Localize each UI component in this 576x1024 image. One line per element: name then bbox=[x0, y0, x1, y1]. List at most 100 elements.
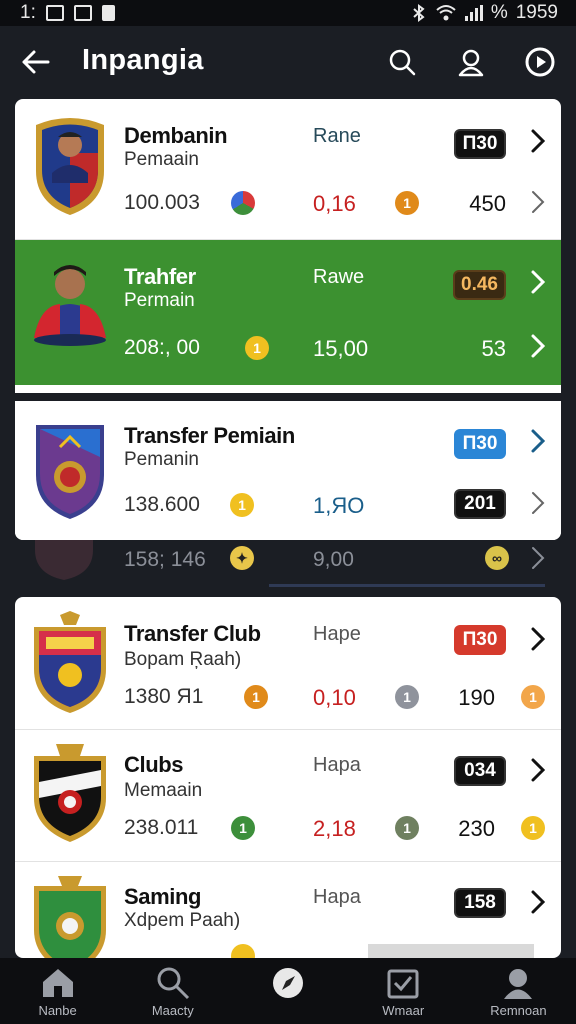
search-button[interactable] bbox=[384, 44, 420, 80]
item-label: Rane bbox=[313, 125, 361, 147]
item-rate: 2,18 bbox=[313, 816, 356, 841]
play-button[interactable] bbox=[522, 44, 558, 80]
status-time-right: 1959 bbox=[515, 2, 558, 23]
file-notification-icon bbox=[101, 5, 115, 21]
compass-icon bbox=[273, 968, 303, 998]
chevron-right-icon[interactable] bbox=[529, 332, 547, 360]
item-total: 190 bbox=[458, 685, 495, 710]
status-badge: Π30 bbox=[454, 429, 506, 459]
player-avatar-icon bbox=[30, 254, 110, 358]
coin-icon: 1 bbox=[395, 685, 419, 709]
status-badge: 158 bbox=[454, 888, 506, 918]
club-card-group: Transfer Club Bopam Ŗaah) 1380 Я1 1 Hape… bbox=[15, 597, 561, 958]
chevron-right-icon[interactable] bbox=[529, 625, 547, 653]
back-button[interactable] bbox=[18, 46, 52, 78]
item-title: Saming bbox=[124, 884, 202, 909]
coin-icon: 1 bbox=[245, 336, 269, 360]
scroll-indicator bbox=[269, 584, 545, 587]
play-icon bbox=[525, 47, 555, 77]
chevron-right-icon[interactable] bbox=[529, 427, 547, 455]
search-icon bbox=[157, 967, 189, 1000]
coin-icon: 1 bbox=[231, 816, 255, 840]
status-bar: 1: % 1959 bbox=[0, 0, 576, 26]
overlay-bar bbox=[368, 944, 534, 958]
club-crest-icon bbox=[30, 611, 110, 715]
user-search-icon bbox=[458, 49, 484, 77]
search-icon bbox=[389, 49, 416, 76]
notification-icon bbox=[45, 5, 64, 21]
item-subtitle: Bopam Ŗaah) bbox=[124, 649, 242, 670]
item-title: Clubs bbox=[124, 752, 184, 777]
chevron-right-icon[interactable] bbox=[529, 544, 547, 572]
item-title: Transfer Club bbox=[124, 621, 261, 646]
item-title: Trahfer bbox=[124, 264, 196, 289]
item-label: Hape bbox=[313, 623, 361, 645]
nav-item-search[interactable]: Maacty bbox=[115, 958, 230, 1024]
page-title: Inpangia bbox=[82, 44, 204, 76]
item-value: 238.011 bbox=[124, 816, 199, 839]
nav-label: Remnoan bbox=[490, 1003, 547, 1018]
nav-item-home[interactable]: Nanbe bbox=[0, 958, 115, 1024]
status-badge: 0.46 bbox=[453, 270, 506, 300]
nav-item-tasks[interactable]: Wmaar bbox=[346, 958, 461, 1024]
item-value: 100.003 bbox=[124, 191, 200, 214]
nav-item-compass[interactable] bbox=[230, 958, 345, 1024]
club-crest-icon bbox=[30, 742, 110, 846]
item-subtitle: Xdpem Paah) bbox=[124, 910, 241, 931]
back-arrow-icon bbox=[22, 50, 50, 74]
chevron-right-icon[interactable] bbox=[529, 489, 547, 517]
item-total: 53 bbox=[481, 336, 506, 361]
status-time-left: 1: bbox=[20, 2, 36, 23]
partial-list-item[interactable]: 158; 146 ✦ 9,00 ∞ bbox=[15, 540, 561, 590]
profile-icon bbox=[504, 969, 533, 999]
status-right: % 1959 bbox=[411, 2, 558, 24]
club-crest-icon bbox=[35, 540, 93, 580]
list-item[interactable]: Dembanin Pemaain 100.003 Rane 0,16 1 Π30… bbox=[15, 99, 561, 239]
coin-icon: 1 bbox=[521, 816, 545, 840]
item-total: 230 bbox=[458, 816, 495, 841]
coin-icon: ∞ bbox=[485, 546, 509, 570]
chevron-right-icon[interactable] bbox=[529, 188, 547, 216]
list-item[interactable]: Clubs Memaain 238.011 1 Hapa 2,18 1 034 … bbox=[15, 729, 561, 861]
item-value: 158; 146 bbox=[124, 548, 206, 571]
signal-icon bbox=[464, 5, 483, 21]
item-label: Hapa bbox=[313, 886, 361, 908]
nav-label: Maacty bbox=[151, 1003, 194, 1018]
chevron-right-icon[interactable] bbox=[529, 756, 547, 784]
app-bar: Inpangia bbox=[0, 26, 576, 98]
coin-icon: 1 bbox=[230, 493, 254, 517]
coin-icon: 1 bbox=[395, 816, 419, 840]
list-item[interactable]: Transfer Pemiain Pemanin 138.600 1 1,ЯO … bbox=[15, 393, 561, 540]
list-item-selected[interactable]: Trahfer Permain 208:, 00 1 Rawe 15,00 0.… bbox=[15, 239, 561, 385]
status-badge: Π30 bbox=[454, 129, 506, 159]
status-badge: Π30 bbox=[454, 625, 506, 655]
bottom-navigation: Nanbe Maacty Wmaar Remnoan bbox=[0, 958, 576, 1024]
item-title: Dembanin bbox=[124, 123, 228, 148]
item-subtitle: Permain bbox=[124, 290, 195, 311]
item-label: Hapa bbox=[313, 754, 361, 776]
bluetooth-icon bbox=[413, 4, 425, 22]
list-item[interactable]: Transfer Club Bopam Ŗaah) 1380 Я1 1 Hape… bbox=[15, 597, 561, 729]
item-label: Rawe bbox=[313, 266, 365, 288]
club-crest-icon bbox=[30, 113, 110, 217]
checkbox-icon bbox=[387, 969, 419, 999]
battery-percent: % bbox=[490, 2, 508, 23]
nav-label: Nanbe bbox=[38, 1003, 77, 1018]
club-crest-icon bbox=[30, 874, 110, 958]
nav-item-profile[interactable]: Remnoan bbox=[461, 958, 576, 1024]
status-badge: 034 bbox=[454, 756, 506, 786]
wifi-icon bbox=[436, 5, 456, 21]
user-search-button[interactable] bbox=[454, 44, 490, 80]
chevron-right-icon[interactable] bbox=[529, 888, 547, 916]
item-subtitle: Pemanin bbox=[124, 449, 199, 470]
home-icon bbox=[42, 969, 73, 997]
item-subtitle: Pemaain bbox=[124, 149, 199, 170]
chevron-right-icon[interactable] bbox=[529, 268, 547, 296]
item-total: 201 bbox=[454, 489, 506, 519]
item-value: 208:, 00 bbox=[124, 336, 200, 359]
image-notification-icon bbox=[73, 5, 92, 21]
status-dot-icon bbox=[231, 191, 255, 215]
item-rate: 9,00 bbox=[313, 548, 354, 571]
chevron-right-icon[interactable] bbox=[529, 127, 547, 155]
coin-icon: 1 bbox=[395, 191, 419, 215]
